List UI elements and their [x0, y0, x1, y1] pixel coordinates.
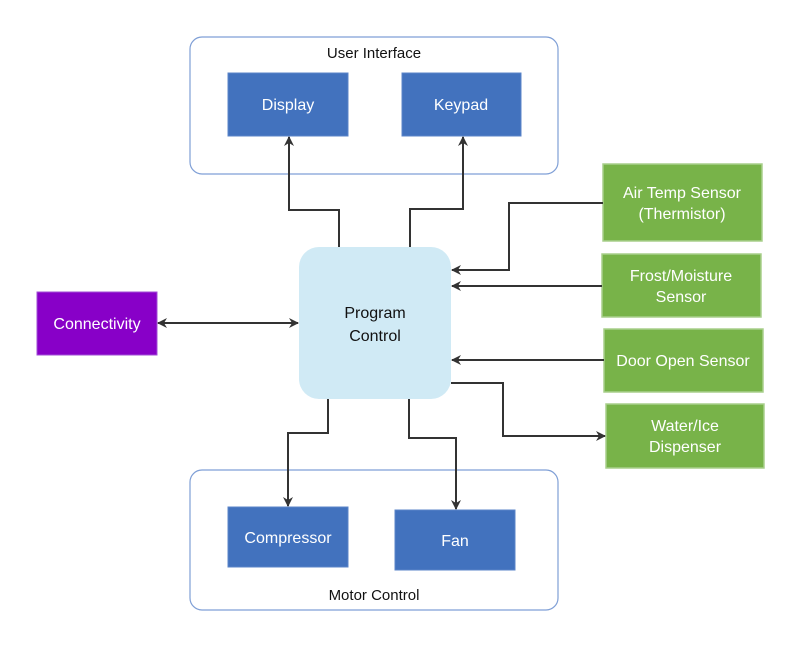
program-control-line2: Control [349, 328, 401, 345]
user-interface-group: User Interface Display Keypad [189, 36, 559, 175]
motor-control-group: Motor Control Compressor Fan [189, 469, 559, 611]
door-open-sensor-block[interactable]: Door Open Sensor [603, 328, 764, 393]
compressor-label: Compressor [244, 530, 332, 547]
water-ice-dispenser-block[interactable]: Water/Ice Dispenser [605, 403, 765, 469]
air-temp-sensor-line2: (Thermistor) [638, 206, 725, 223]
air-temp-sensor-line1: Air Temp Sensor [623, 185, 742, 202]
door-sensor-label: Door Open Sensor [616, 353, 750, 370]
water-dispenser-line2: Dispenser [649, 439, 722, 456]
keypad-block[interactable]: Keypad [401, 72, 522, 137]
motor-control-label: Motor Control [329, 587, 420, 604]
user-interface-label: User Interface [327, 45, 421, 62]
fan-label: Fan [441, 533, 469, 550]
arrow-from-air-temp [451, 202, 603, 275]
arrow-to-water-dispenser [451, 382, 606, 441]
air-temp-sensor-block[interactable]: Air Temp Sensor (Thermistor) [602, 163, 763, 242]
program-control-line1: Program [344, 305, 405, 322]
program-control-block[interactable]: Program Control [299, 247, 451, 399]
compressor-block[interactable]: Compressor [227, 506, 349, 568]
display-block[interactable]: Display [227, 72, 349, 137]
frost-sensor-line1: Frost/Moisture [630, 268, 732, 285]
fan-block[interactable]: Fan [394, 509, 516, 571]
frost-sensor-line2: Sensor [656, 289, 707, 306]
connectivity-label: Connectivity [53, 316, 140, 333]
water-dispenser-line1: Water/Ice [651, 418, 719, 435]
display-label: Display [262, 97, 314, 114]
refrigerator-block-diagram: User Interface Display Keypad Motor Cont… [36, 36, 765, 611]
frost-moisture-sensor-block[interactable]: Frost/Moisture Sensor [601, 253, 762, 318]
connectivity-block[interactable]: Connectivity [36, 291, 158, 356]
keypad-label: Keypad [434, 97, 488, 114]
